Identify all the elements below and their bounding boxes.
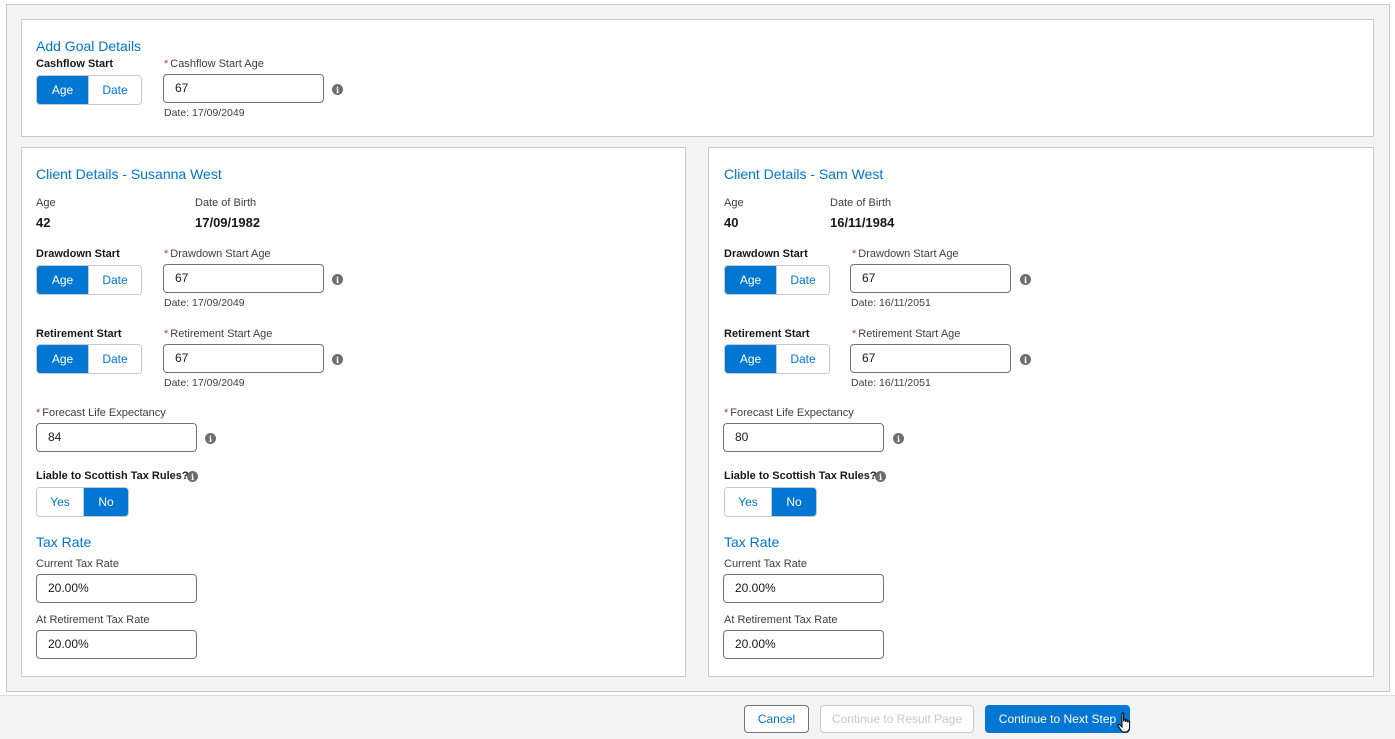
retirement-age-option[interactable]: Age bbox=[37, 345, 88, 373]
drawdown-start-age-input[interactable]: 67 bbox=[163, 264, 324, 293]
dob-value: 16/11/1984 bbox=[830, 215, 895, 230]
retirement-start-toggle: Age Date bbox=[36, 344, 142, 374]
hand-cursor-icon bbox=[1117, 712, 1131, 733]
client-title: Client Details - Susanna West bbox=[36, 166, 222, 182]
scottish-tax-label: Liable to Scottish Tax Rules? bbox=[724, 470, 877, 482]
retirement-start-label: Retirement Start bbox=[724, 328, 810, 340]
drawdown-start-age-label-text: Drawdown Start Age bbox=[858, 248, 959, 260]
drawdown-start-age-label: * Drawdown Start Age bbox=[852, 248, 959, 260]
continue-to-next-step-button[interactable]: Continue to Next Step bbox=[985, 705, 1130, 733]
client-card-sam: Client Details - Sam West Age 40 Date of… bbox=[708, 147, 1374, 677]
life-expectancy-label: * Forecast Life Expectancy bbox=[724, 407, 854, 419]
dob-value: 17/09/1982 bbox=[195, 215, 261, 230]
retirement-tax-label: At Retirement Tax Rate bbox=[724, 614, 838, 626]
scottish-yes-option[interactable]: Yes bbox=[37, 488, 83, 516]
continue-to-result-page-button[interactable]: Continue to Result Page bbox=[820, 705, 974, 733]
client-title: Client Details - Sam West bbox=[724, 166, 884, 182]
cashflow-age-option[interactable]: Age bbox=[37, 76, 88, 104]
drawdown-age-option[interactable]: Age bbox=[37, 266, 88, 294]
life-expectancy-label: * Forecast Life Expectancy bbox=[36, 407, 166, 419]
required-marker: * bbox=[852, 248, 857, 260]
cashflow-start-toggle: Age Date bbox=[36, 75, 142, 105]
life-expectancy-input[interactable]: 84 bbox=[36, 423, 197, 452]
goal-details-card: Add Goal Details Cashflow Start Age Date… bbox=[21, 19, 1374, 137]
cashflow-date-hint: Date: 17/09/2049 bbox=[164, 107, 245, 119]
drawdown-date-option[interactable]: Date bbox=[88, 266, 141, 294]
required-marker: * bbox=[724, 407, 729, 419]
retirement-start-age-input[interactable]: 67 bbox=[850, 344, 1011, 373]
required-marker: * bbox=[164, 328, 169, 340]
retirement-tax-input[interactable]: 20.00% bbox=[723, 630, 884, 659]
retirement-start-toggle: Age Date bbox=[724, 344, 830, 374]
scottish-tax-label: Liable to Scottish Tax Rules? bbox=[36, 470, 189, 482]
cashflow-start-age-label-text: Cashflow Start Age bbox=[170, 58, 264, 70]
cashflow-date-option[interactable]: Date bbox=[88, 76, 141, 104]
current-tax-input[interactable]: 20.00% bbox=[723, 574, 884, 603]
dob-label: Date of Birth bbox=[830, 197, 892, 209]
tax-rate-title: Tax Rate bbox=[724, 534, 780, 550]
info-icon[interactable]: i bbox=[1020, 274, 1031, 285]
current-tax-label: Current Tax Rate bbox=[724, 558, 807, 570]
drawdown-start-label: Drawdown Start bbox=[36, 248, 120, 260]
drawdown-start-toggle: Age Date bbox=[36, 265, 142, 295]
scottish-no-option[interactable]: No bbox=[771, 488, 816, 516]
tax-rate-title: Tax Rate bbox=[36, 534, 92, 550]
current-tax-input[interactable]: 20.00% bbox=[36, 574, 197, 603]
info-icon[interactable]: i bbox=[205, 433, 216, 444]
retirement-start-age-input[interactable]: 67 bbox=[163, 344, 324, 373]
scottish-tax-toggle: Yes No bbox=[724, 487, 817, 517]
info-icon[interactable]: i bbox=[332, 354, 343, 365]
required-marker: * bbox=[164, 58, 169, 70]
goal-details-title: Add Goal Details bbox=[36, 38, 142, 54]
scottish-no-option[interactable]: No bbox=[83, 488, 128, 516]
retirement-date-hint: Date: 17/09/2049 bbox=[164, 377, 245, 389]
required-marker: * bbox=[36, 407, 41, 419]
drawdown-date-hint: Date: 16/11/2051 bbox=[851, 297, 931, 309]
retirement-tax-input[interactable]: 20.00% bbox=[36, 630, 197, 659]
required-marker: * bbox=[164, 248, 169, 260]
cashflow-start-age-label: * Cashflow Start Age bbox=[164, 58, 264, 70]
age-value: 40 bbox=[724, 215, 739, 230]
drawdown-start-age-label: * Drawdown Start Age bbox=[164, 248, 271, 260]
retirement-start-age-label-text: Retirement Start Age bbox=[170, 328, 273, 340]
retirement-date-option[interactable]: Date bbox=[88, 345, 141, 373]
retirement-tax-label: At Retirement Tax Rate bbox=[36, 614, 150, 626]
retirement-date-option[interactable]: Date bbox=[776, 345, 829, 373]
drawdown-start-age-input[interactable]: 67 bbox=[850, 264, 1011, 293]
info-icon[interactable]: i bbox=[187, 471, 198, 482]
drawdown-age-option[interactable]: Age bbox=[725, 266, 776, 294]
cashflow-start-age-input[interactable]: 67 bbox=[163, 74, 324, 103]
scottish-yes-option[interactable]: Yes bbox=[725, 488, 771, 516]
age-value: 42 bbox=[36, 215, 51, 230]
age-label: Age bbox=[36, 197, 56, 209]
required-marker: * bbox=[852, 328, 857, 340]
drawdown-start-label: Drawdown Start bbox=[724, 248, 808, 260]
drawdown-date-option[interactable]: Date bbox=[776, 266, 829, 294]
client-card-susanna: Client Details - Susanna West Age 42 Dat… bbox=[21, 147, 686, 677]
cancel-button[interactable]: Cancel bbox=[744, 705, 809, 733]
drawdown-start-toggle: Age Date bbox=[724, 265, 830, 295]
current-tax-label: Current Tax Rate bbox=[36, 558, 119, 570]
cashflow-start-label: Cashflow Start bbox=[36, 58, 114, 70]
age-label: Age bbox=[724, 197, 744, 209]
info-icon[interactable]: i bbox=[332, 84, 343, 95]
retirement-start-age-label: * Retirement Start Age bbox=[164, 328, 272, 340]
scottish-tax-toggle: Yes No bbox=[36, 487, 129, 517]
life-expectancy-label-text: Forecast Life Expectancy bbox=[730, 407, 854, 419]
retirement-date-hint: Date: 16/11/2051 bbox=[851, 377, 931, 389]
dob-label: Date of Birth bbox=[195, 197, 257, 209]
drawdown-start-age-label-text: Drawdown Start Age bbox=[170, 248, 271, 260]
retirement-age-option[interactable]: Age bbox=[725, 345, 776, 373]
info-icon[interactable]: i bbox=[1020, 354, 1031, 365]
life-expectancy-label-text: Forecast Life Expectancy bbox=[42, 407, 166, 419]
drawdown-date-hint: Date: 17/09/2049 bbox=[164, 297, 245, 309]
retirement-start-age-label-text: Retirement Start Age bbox=[858, 328, 961, 340]
retirement-start-label: Retirement Start bbox=[36, 328, 122, 340]
info-icon[interactable]: i bbox=[875, 471, 886, 482]
life-expectancy-input[interactable]: 80 bbox=[723, 423, 884, 452]
footer-bar: Cancel Continue to Result Page Continue … bbox=[0, 695, 1395, 739]
retirement-start-age-label: * Retirement Start Age bbox=[852, 328, 960, 340]
info-icon[interactable]: i bbox=[332, 274, 343, 285]
info-icon[interactable]: i bbox=[893, 433, 904, 444]
